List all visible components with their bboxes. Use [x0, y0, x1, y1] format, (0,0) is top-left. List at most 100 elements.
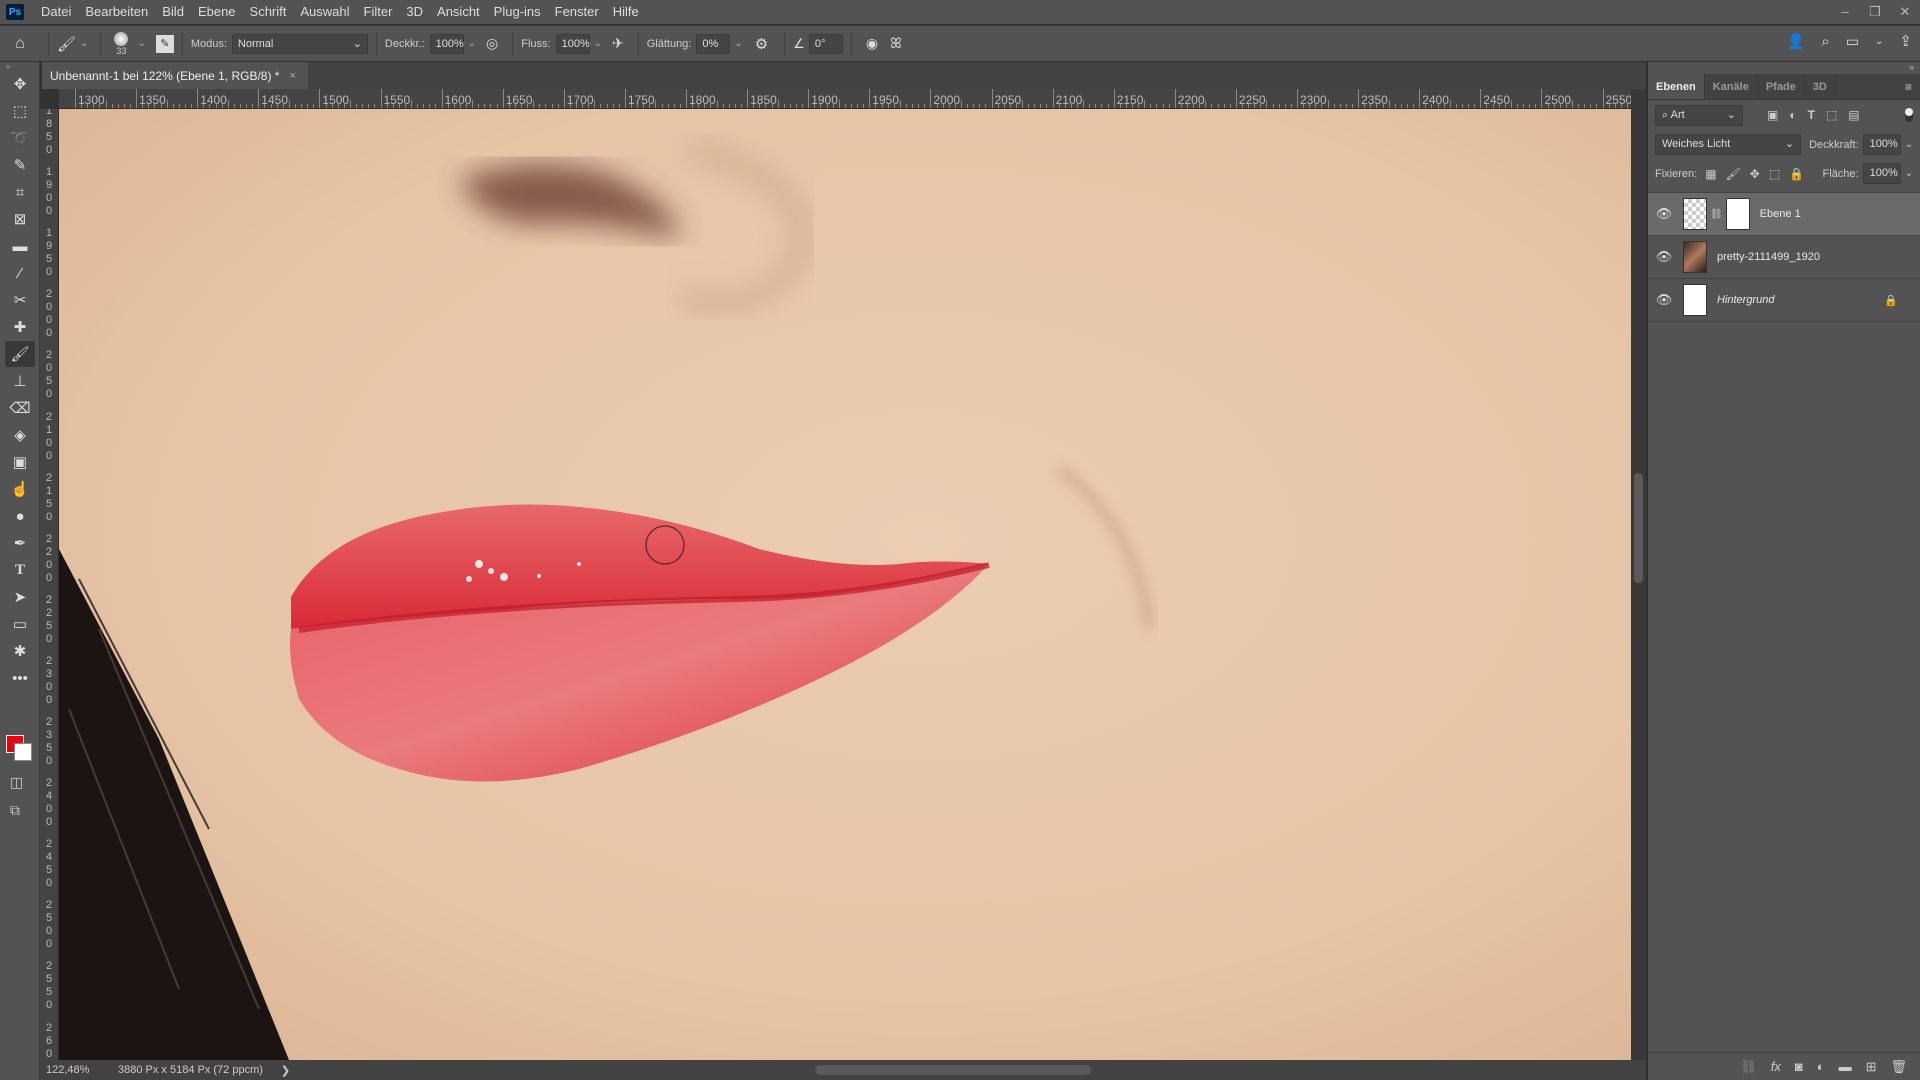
screen-mode-icon[interactable]: ⧉	[10, 802, 20, 819]
visibility-eye-icon[interactable]: 👁	[1648, 206, 1680, 222]
filter-pixel-icon[interactable]: ▣	[1767, 108, 1778, 122]
paint-bucket-tool[interactable]: ◈	[5, 422, 35, 448]
rectangle-tool[interactable]: ▭	[5, 611, 35, 637]
tab-3d[interactable]: 3D	[1805, 74, 1836, 99]
mode-select[interactable]: Normal ⌄	[231, 33, 368, 54]
status-menu-arrow[interactable]: ❯	[281, 1064, 290, 1077]
zoom-level[interactable]: 122,48%	[46, 1064, 96, 1076]
filter-smart-object-icon[interactable]: ▤	[1848, 108, 1859, 122]
eraser-tool[interactable]: ⌫	[5, 395, 35, 421]
quick-mask-icon[interactable]: ◫	[10, 774, 23, 791]
home-icon[interactable]: ⌂	[0, 35, 40, 53]
tab-kanaele[interactable]: Kanäle	[1705, 74, 1758, 99]
tab-pfade[interactable]: Pfade	[1758, 74, 1805, 99]
layer-row-hintergrund[interactable]: 👁 Hintergrund 🔒	[1648, 279, 1920, 322]
layer-opacity-input[interactable]: 100%	[1862, 134, 1901, 155]
flow-input[interactable]: 100%	[555, 33, 590, 54]
menu-auswahl[interactable]: Auswahl	[293, 0, 356, 24]
menu-filter[interactable]: Filter	[357, 0, 400, 24]
angle-input[interactable]: 0°	[808, 33, 843, 54]
frame-tool[interactable]: ⊠	[5, 206, 35, 232]
lock-all-icon[interactable]: 🔒	[1789, 167, 1804, 181]
opacity-input[interactable]: 100%	[429, 33, 464, 54]
scissors-tool[interactable]: ✂	[5, 287, 35, 313]
close-tab-icon[interactable]: ×	[289, 70, 295, 82]
filter-type-icon[interactable]: T	[1808, 108, 1815, 122]
horizontal-scroll-thumb[interactable]	[815, 1065, 1091, 1075]
layer-row-ebene-1[interactable]: 👁 ⛓ Ebene 1	[1648, 193, 1920, 236]
chevron-down-icon[interactable]: ⌄	[1905, 168, 1913, 179]
add-mask-icon[interactable]: ◙	[1795, 1059, 1803, 1074]
minimize-button[interactable]: –	[1830, 0, 1860, 24]
panel-menu-icon[interactable]: ≡	[1905, 74, 1920, 99]
workspace-icon[interactable]: ▭	[1846, 33, 1859, 50]
quick-selection-tool[interactable]: ✎	[5, 152, 35, 178]
clone-stamp-tool[interactable]: ⊥	[5, 368, 35, 394]
menu-bild[interactable]: Bild	[155, 0, 191, 24]
new-layer-icon[interactable]: ⊞	[1866, 1059, 1877, 1075]
filter-shape-icon[interactable]: ⬚	[1826, 108, 1837, 122]
lock-position-icon[interactable]: ✥	[1750, 167, 1760, 181]
menu-schrift[interactable]: Schrift	[243, 0, 294, 24]
type-tool[interactable]: T	[5, 557, 35, 583]
custom-shape-tool[interactable]: ✱	[5, 638, 35, 664]
more-tools-icon[interactable]: •••	[5, 665, 35, 691]
close-window-button[interactable]: ✕	[1890, 0, 1920, 24]
gradient-tool[interactable]: ▣	[5, 449, 35, 475]
chevron-down-icon[interactable]: ⌄	[1905, 139, 1913, 150]
new-group-icon[interactable]: ▬	[1839, 1059, 1852, 1074]
tab-ebenen[interactable]: Ebenen	[1648, 74, 1705, 99]
document-tab[interactable]: Unbenannt-1 bei 122% (Ebene 1, RGB/8) * …	[42, 62, 308, 89]
background-color-swatch[interactable]	[14, 743, 32, 761]
layer-filter-select[interactable]: ⌕ Art ⌄	[1655, 104, 1743, 126]
layer-row-pretty[interactable]: 👁 pretty-2111499_1920	[1648, 236, 1920, 279]
healing-brush-tool[interactable]: ✚	[5, 314, 35, 340]
dodge-tool[interactable]: ●	[5, 503, 35, 529]
filter-toggle[interactable]	[1905, 108, 1913, 122]
pressure-size-icon[interactable]: ◉	[866, 35, 878, 52]
menu-datei[interactable]: Datei	[34, 0, 78, 24]
chevron-down-icon[interactable]: ⌄	[80, 38, 88, 49]
move-tool[interactable]: ✥	[5, 71, 35, 97]
filter-adjustment-icon[interactable]: ◐	[1789, 108, 1796, 122]
adjustment-layer-icon[interactable]: ◐	[1817, 1059, 1825, 1074]
menu-bearbeiten[interactable]: Bearbeiten	[78, 0, 155, 24]
brush-size-picker[interactable]: 33	[109, 31, 133, 56]
pressure-opacity-icon[interactable]: ◎	[486, 35, 498, 52]
visibility-eye-icon[interactable]: 👁	[1648, 292, 1680, 308]
link-icon[interactable]: ⛓	[1710, 209, 1723, 220]
menu-hilfe[interactable]: Hilfe	[606, 0, 646, 24]
vertical-scrollbar[interactable]	[1631, 89, 1646, 1060]
chevron-down-icon[interactable]: ⌄	[1875, 36, 1883, 47]
smudge-tool[interactable]: ☝	[5, 476, 35, 502]
path-selection-tool[interactable]: ➤	[5, 584, 35, 610]
symmetry-butterfly-icon[interactable]: ꕤ	[890, 35, 902, 52]
menu-ebene[interactable]: Ebene	[191, 0, 243, 24]
lock-transparency-icon[interactable]: ▦	[1705, 167, 1716, 181]
menu-ansicht[interactable]: Ansicht	[430, 0, 487, 24]
brush-settings-panel-icon[interactable]: ✎	[155, 34, 174, 53]
menu-plugins[interactable]: Plug-ins	[487, 0, 548, 24]
chevron-down-icon[interactable]: ⌄	[594, 38, 602, 49]
chevron-down-icon[interactable]: ⌄	[734, 38, 742, 49]
document-canvas[interactable]	[59, 109, 1631, 1060]
pen-tool[interactable]: ✒	[5, 530, 35, 556]
lock-pixels-icon[interactable]: 🖌	[1726, 167, 1741, 181]
restore-button[interactable]: ❐	[1860, 0, 1890, 24]
chevron-down-icon[interactable]: ⌄	[468, 38, 476, 49]
blend-mode-select[interactable]: Weiches Licht ⌄	[1655, 134, 1802, 155]
ruler-tool[interactable]: ▬	[5, 233, 35, 259]
smoothing-input[interactable]: 0%	[696, 33, 731, 54]
fill-input[interactable]: 100%	[1862, 163, 1901, 184]
lasso-tool[interactable]: ➰	[5, 125, 35, 151]
share-export-icon[interactable]: ⇪	[1899, 32, 1912, 50]
collapse-icon[interactable]: »	[0, 62, 39, 71]
trash-icon[interactable]: 🗑	[1890, 1059, 1907, 1075]
link-layers-icon[interactable]: ⛓	[1740, 1059, 1757, 1075]
visibility-eye-icon[interactable]: 👁	[1648, 249, 1680, 265]
share-user-icon[interactable]: 👤	[1787, 32, 1806, 50]
scroll-thumb[interactable]	[1634, 473, 1643, 583]
search-icon[interactable]: ⌕	[1821, 33, 1829, 50]
eyedropper-tool[interactable]: ⁄	[5, 260, 35, 286]
crop-tool[interactable]: ⌗	[5, 179, 35, 205]
